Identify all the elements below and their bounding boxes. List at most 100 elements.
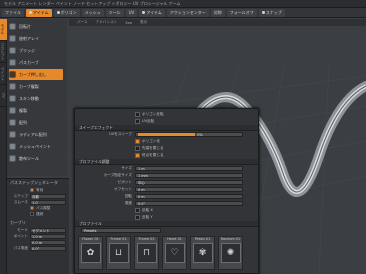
preset-thumbnail: ♡ [164,243,185,263]
preset-thumbnail: ⊓ [136,243,157,263]
cap-start-row[interactable]: 先端を閉じる [75,145,258,152]
toolbar-uv-button[interactable]: UV [125,8,138,17]
size-field[interactable]: 1 m [135,166,243,171]
polygonize-checkbox[interactable] [135,139,140,144]
tool-item-2[interactable]: ブリッジ [9,45,63,56]
point2-field[interactable]: 0.0 m [30,239,66,245]
item2-icon [142,11,146,14]
tool-item-4[interactable]: カーブ押し出し [9,69,63,80]
tab-paint[interactable]: ペイント [0,63,7,85]
tool-item-1[interactable]: 放射アレイ [9,33,63,44]
radial-array2-icon [9,131,16,138]
preset-tile[interactable]: Frame 02 ⊓ [134,236,159,270]
flip-polygon-row[interactable]: ポリゴン反転 [75,111,258,118]
lathe-icon [9,23,16,30]
point-field[interactable]: 1.0 m [30,233,66,239]
continuous-checkbox[interactable] [30,212,34,216]
tool-item-9[interactable]: ラディアル配列 [9,129,63,140]
offset-field[interactable]: 0 m [135,187,243,192]
props-section-header: パスステップジェネレータ [10,180,58,185]
angle-field[interactable]: 0.0° [135,201,243,206]
flip-y-row[interactable]: 反転 Y [75,214,258,221]
uv-sweep-row: UVをスイープ 0% [75,131,258,138]
left-tab-strip: モデル スカルプト ペイント UV [0,19,7,274]
preset-filter-select[interactable]: Presets [81,228,161,233]
props-section2-header: カーブリ [10,220,26,225]
offset-row: オフセット 0 m [75,186,258,193]
viewport-header: パース アドバンスト Xeo 表示 [69,19,366,26]
tab-model[interactable]: モデル [0,19,7,41]
angle-row: 角度 0.0° [75,200,258,207]
preset-tile[interactable]: Heart 01 ♡ [162,236,187,270]
props-row-point: ポイント 1.0 m [7,233,69,239]
tab-uv[interactable]: UV [0,85,7,107]
flip-y-checkbox[interactable] [135,215,140,220]
tool-item-5[interactable]: カーブ複製 [9,81,63,92]
path-curve-icon [9,59,16,66]
toolbar-snapping-button[interactable]: スナップ [258,8,285,17]
enable-checkbox[interactable] [30,188,34,192]
preset-filter-row: Presets [75,227,258,234]
path-checkbox[interactable] [30,206,34,210]
uv-sweep-fill [138,133,196,136]
toolbar-mesh-button[interactable]: メッシュ [81,8,104,17]
tool-item-0[interactable]: 回転片 [9,21,63,32]
clone-icon [9,107,16,114]
flip-polygon-checkbox[interactable] [135,112,140,117]
flip-x-row[interactable]: 反転 X [75,207,258,214]
toolbar-polygon-button[interactable]: ポリゴン [53,8,80,17]
path-angle-field[interactable]: 0.0° [30,245,66,251]
viewport-tab-xeo[interactable]: Xeo [125,21,132,25]
cap-end-checkbox[interactable] [135,153,140,158]
uv-sweep-slider[interactable]: 0% [135,132,243,137]
preset-tile[interactable]: Frame 01 ⊔ [106,236,131,270]
viewport-tab-advanced[interactable]: アドバンスト [96,20,118,25]
toolbar-item-button[interactable]: アイテム [26,8,52,17]
toolbar-action-center-button[interactable]: アクションセンター [166,8,209,17]
rotate-field[interactable]: 0 m [135,194,243,199]
tool-panel: 回転片 放射アレイ ブリッジ パスカーブ カーブ押し出し カーブ複製 スキン移動… [7,19,67,176]
toolbar-file-button[interactable]: ファイル [2,8,24,17]
tool-item-3[interactable]: パスカーブ [9,57,63,68]
curve-clone-icon [9,83,16,90]
pivot-select[interactable]: 中心 [135,180,243,185]
tool-item-8[interactable]: 配列 [9,117,63,128]
flip-x-checkbox[interactable] [135,208,140,213]
main-toolbar: ファイル アイテム ポリゴン メッシュ ツール UV アイテム アクションセンタ… [0,8,366,18]
steps-field[interactable]: 自動 [30,193,66,199]
size-row: サイズ 1 m [75,165,258,172]
preset-thumbnail: ⊔ [108,243,129,263]
preset-tile[interactable]: Petals 01 ✾ [190,236,215,270]
props-row-cont[interactable]: 連続 [7,211,69,217]
skin-move-icon [9,95,16,102]
preset-tile[interactable]: Flower 01 ✿ [78,236,103,270]
curve-extrude-dialog: ポリゴン反転 UV反転 スイープエフェクト UVをスイープ 0% ポリゴン化 先… [74,108,259,274]
preset-tile[interactable]: Random 01 ✺ [218,236,243,270]
smooth-field[interactable]: 1.0 [30,199,66,205]
toolbar-tool-button[interactable]: ツール [105,8,124,17]
array-icon [9,119,16,126]
mode-select[interactable]: セグメント [30,227,66,233]
props-row-steps: ステップ 自動 [7,193,69,199]
polygonize-row[interactable]: ポリゴン化 [75,138,258,145]
tab-sculpt[interactable]: スカルプト [0,41,7,63]
tool-item-6[interactable]: スキン移動 [9,93,63,104]
cap-start-checkbox[interactable] [135,146,140,151]
flip-uv-checkbox[interactable] [135,119,140,124]
layout-tabs[interactable]: モデル アニメート レンダー ペイント ノード セットアップ トポロジー UV … [4,1,181,7]
viewport-tab-perspective[interactable]: パース [77,20,88,25]
toolbar-falloff-button[interactable]: フォールオフ [226,8,257,17]
pivot-row: ピボット 中心 [75,179,258,186]
tool-item-7[interactable]: 複製 [9,105,63,116]
curve-size-field[interactable]: 1 mm [135,173,243,178]
scatter-icon [9,155,16,162]
curve-size-row: カーブ指定サイズ 1 mm [75,172,258,179]
preset-thumbnail: ✺ [220,243,241,263]
viewport-tab-display[interactable]: 表示 [140,20,147,25]
polygon-icon [56,11,60,14]
tool-item-11[interactable]: 散布ツール [9,153,63,164]
tool-item-10[interactable]: メッシュペイント [9,141,63,152]
snap-icon [261,11,265,14]
toolbar-item2-button[interactable]: アイテム [139,8,165,17]
toolbar-symmetry-button[interactable]: 対称 [210,8,225,17]
